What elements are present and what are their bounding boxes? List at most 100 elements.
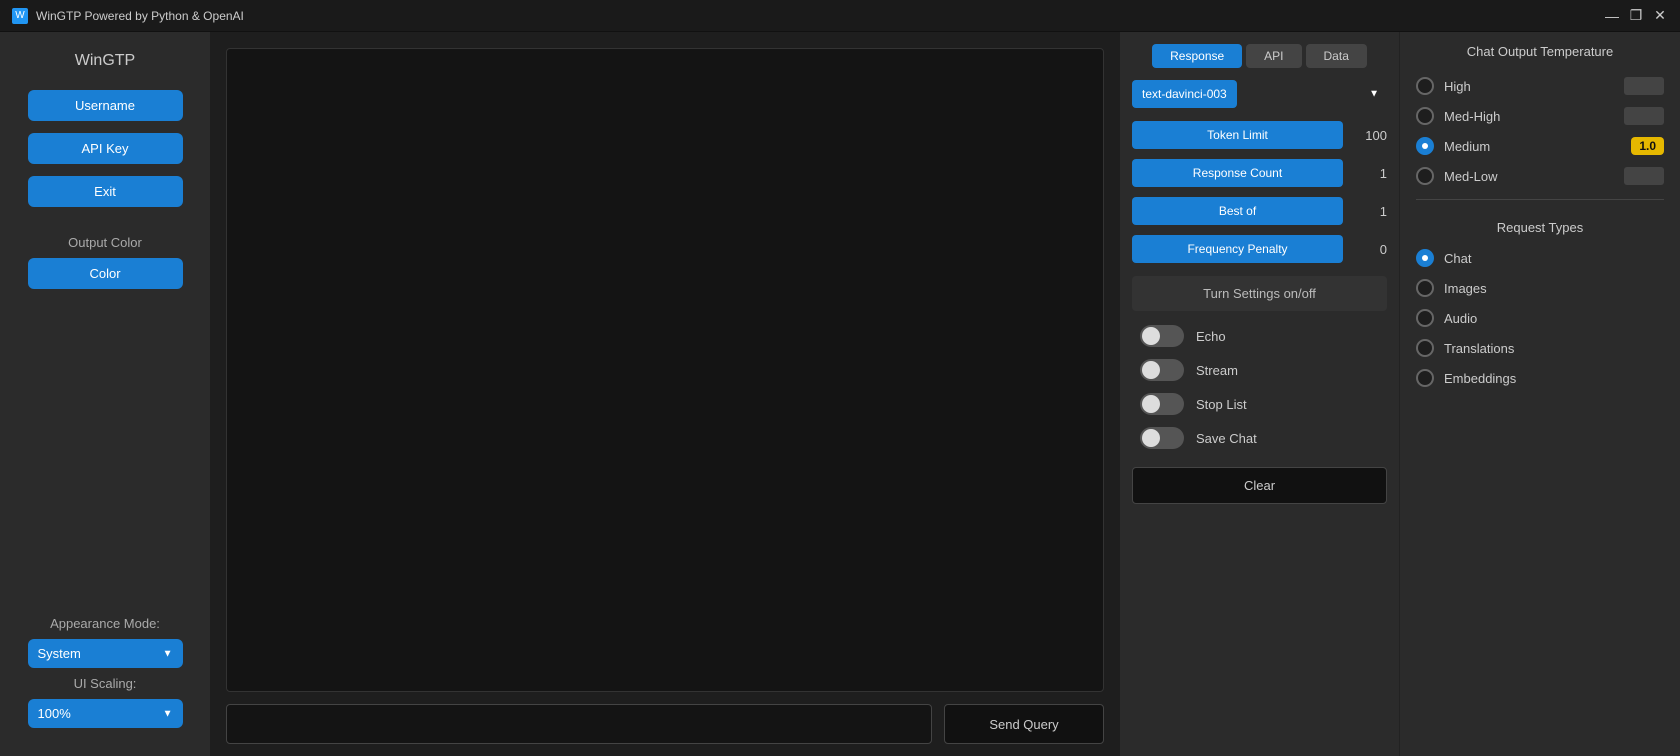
appearance-label: Appearance Mode: <box>50 616 160 631</box>
sidebar-title: WinGTP <box>75 52 135 70</box>
content-area: Send Query <box>210 32 1120 756</box>
temperature-high-row: High <box>1416 71 1664 101</box>
main-layout: WinGTP Username API Key Exit Output Colo… <box>0 32 1680 756</box>
best-of-button[interactable]: Best of <box>1132 197 1343 225</box>
best-of-row: Best of 1 <box>1120 192 1399 230</box>
toggle-section-title: Turn Settings on/off <box>1132 276 1387 311</box>
request-chat-label: Chat <box>1444 251 1664 266</box>
minimize-button[interactable]: — <box>1604 8 1620 24</box>
exit-button[interactable]: Exit <box>28 176 183 207</box>
best-of-value: 1 <box>1351 204 1387 219</box>
temperature-medhigh-row: Med-High <box>1416 101 1664 131</box>
settings-bottom: Clear <box>1120 455 1399 516</box>
model-dropdown[interactable]: text-davinci-003 gpt-3.5-turbo gpt-4 tex… <box>1132 80 1237 108</box>
stream-toggle-row: Stream <box>1120 353 1399 387</box>
stop-list-toggle-row: Stop List <box>1120 387 1399 421</box>
color-button[interactable]: Color <box>28 258 183 289</box>
bottom-bar: Send Query <box>226 704 1104 744</box>
model-dropdown-wrapper: text-davinci-003 gpt-3.5-turbo gpt-4 tex… <box>1132 80 1387 108</box>
response-count-row: Response Count 1 <box>1120 154 1399 192</box>
output-color-label: Output Color <box>68 235 142 250</box>
titlebar-controls: — ❐ ✕ <box>1604 8 1668 24</box>
sidebar-bottom: Appearance Mode: System Light Dark ▼ UI … <box>16 616 194 728</box>
token-limit-row: Token Limit 100 <box>1120 116 1399 154</box>
temperature-medhigh-label: Med-High <box>1444 109 1614 124</box>
ui-scaling-label: UI Scaling: <box>74 676 137 691</box>
request-embeddings-label: Embeddings <box>1444 371 1664 386</box>
username-button[interactable]: Username <box>28 90 183 121</box>
request-translations-row: Translations <box>1416 333 1664 363</box>
temperature-high-radio[interactable] <box>1416 77 1434 95</box>
response-count-value: 1 <box>1351 166 1387 181</box>
token-limit-button[interactable]: Token Limit <box>1132 121 1343 149</box>
echo-toggle[interactable] <box>1140 325 1184 347</box>
temperature-high-slider[interactable] <box>1624 77 1664 95</box>
appearance-dropdown[interactable]: System Light Dark <box>28 639 183 668</box>
request-embeddings-row: Embeddings <box>1416 363 1664 393</box>
temperature-medium-row: Medium 1.0 <box>1416 131 1664 161</box>
stream-label: Stream <box>1196 363 1238 378</box>
response-count-button[interactable]: Response Count <box>1132 159 1343 187</box>
temperature-medlow-label: Med-Low <box>1444 169 1614 184</box>
frequency-penalty-row: Frequency Penalty 0 <box>1120 230 1399 268</box>
scaling-dropdown[interactable]: 100% 75% 125% 150% <box>28 699 183 728</box>
tab-api[interactable]: API <box>1246 44 1301 68</box>
far-right-panel: Chat Output Temperature High Med-High Me… <box>1400 32 1680 756</box>
frequency-penalty-button[interactable]: Frequency Penalty <box>1132 235 1343 263</box>
titlebar-title: WinGTP Powered by Python & OpenAI <box>36 9 244 23</box>
panel-divider <box>1416 199 1664 200</box>
scaling-dropdown-wrapper: 100% 75% 125% 150% ▼ <box>28 699 183 728</box>
maximize-button[interactable]: ❐ <box>1628 8 1644 24</box>
request-images-row: Images <box>1416 273 1664 303</box>
request-images-label: Images <box>1444 281 1664 296</box>
settings-panel: Response API Data text-davinci-003 gpt-3… <box>1120 32 1400 756</box>
request-audio-radio[interactable] <box>1416 309 1434 327</box>
echo-toggle-row: Echo <box>1120 319 1399 353</box>
output-color-section: Output Color Color <box>16 235 194 289</box>
token-limit-value: 100 <box>1351 128 1387 143</box>
stop-list-toggle[interactable] <box>1140 393 1184 415</box>
temperature-title: Chat Output Temperature <box>1416 44 1664 59</box>
temperature-medium-label: Medium <box>1444 139 1621 154</box>
temperature-medium-badge: 1.0 <box>1631 137 1664 155</box>
save-chat-toggle[interactable] <box>1140 427 1184 449</box>
tab-response[interactable]: Response <box>1152 44 1242 68</box>
model-selector: text-davinci-003 gpt-3.5-turbo gpt-4 tex… <box>1120 80 1399 116</box>
request-chat-radio[interactable] <box>1416 249 1434 267</box>
temperature-medlow-row: Med-Low <box>1416 161 1664 191</box>
output-display <box>226 48 1104 692</box>
save-chat-label: Save Chat <box>1196 431 1257 446</box>
query-input[interactable] <box>226 704 932 744</box>
appearance-dropdown-wrapper: System Light Dark ▼ <box>28 639 183 668</box>
request-translations-radio[interactable] <box>1416 339 1434 357</box>
request-translations-label: Translations <box>1444 341 1664 356</box>
send-query-button[interactable]: Send Query <box>944 704 1104 744</box>
stop-list-label: Stop List <box>1196 397 1247 412</box>
titlebar: W WinGTP Powered by Python & OpenAI — ❐ … <box>0 0 1680 32</box>
request-chat-row: Chat <box>1416 243 1664 273</box>
request-audio-row: Audio <box>1416 303 1664 333</box>
request-types-title: Request Types <box>1416 220 1664 235</box>
api-key-button[interactable]: API Key <box>28 133 183 164</box>
temperature-medium-radio[interactable] <box>1416 137 1434 155</box>
temperature-high-label: High <box>1444 79 1614 94</box>
clear-button[interactable]: Clear <box>1132 467 1387 504</box>
request-embeddings-radio[interactable] <box>1416 369 1434 387</box>
tab-bar: Response API Data <box>1120 44 1399 80</box>
tab-data[interactable]: Data <box>1306 44 1367 68</box>
right-panel: Response API Data text-davinci-003 gpt-3… <box>1120 32 1680 756</box>
stream-toggle[interactable] <box>1140 359 1184 381</box>
temperature-medlow-slider[interactable] <box>1624 167 1664 185</box>
temperature-medhigh-radio[interactable] <box>1416 107 1434 125</box>
titlebar-left: W WinGTP Powered by Python & OpenAI <box>12 8 244 24</box>
temperature-medhigh-slider[interactable] <box>1624 107 1664 125</box>
temperature-medlow-radio[interactable] <box>1416 167 1434 185</box>
sidebar: WinGTP Username API Key Exit Output Colo… <box>0 32 210 756</box>
close-button[interactable]: ✕ <box>1652 8 1668 24</box>
request-audio-label: Audio <box>1444 311 1664 326</box>
request-images-radio[interactable] <box>1416 279 1434 297</box>
frequency-penalty-value: 0 <box>1351 242 1387 257</box>
echo-label: Echo <box>1196 329 1226 344</box>
model-dropdown-arrow: ▼ <box>1369 89 1379 100</box>
app-icon: W <box>12 8 28 24</box>
